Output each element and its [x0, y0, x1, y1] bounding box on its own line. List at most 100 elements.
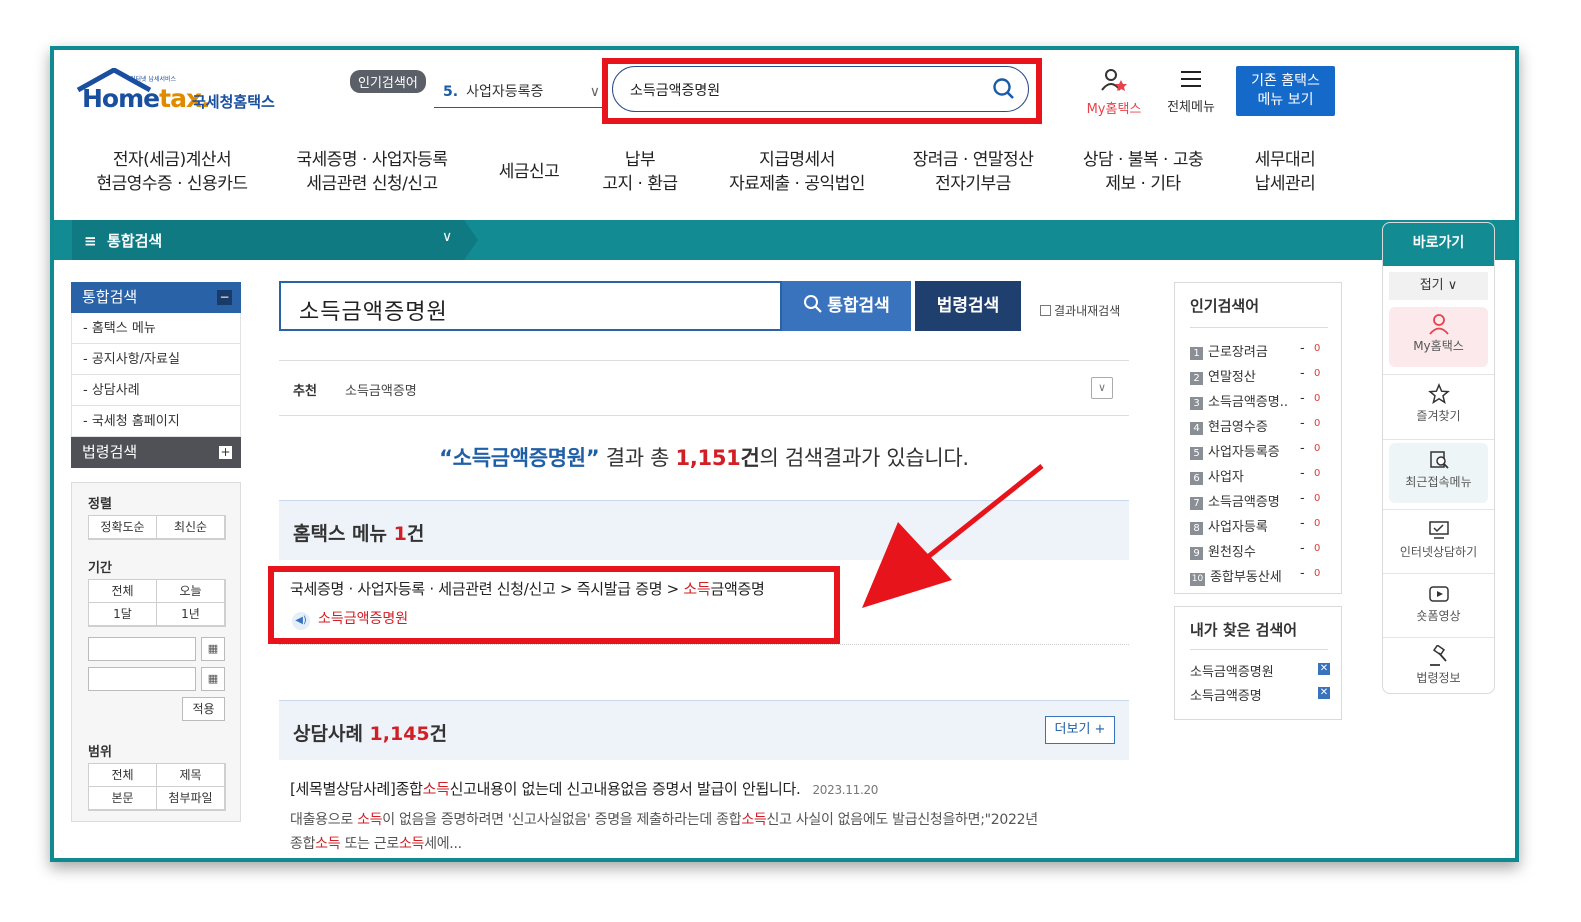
more-button[interactable]: 더보기 +	[1045, 716, 1115, 744]
quick-my-hometax[interactable]: My홈택스	[1389, 307, 1488, 367]
popular-item[interactable]: 9 원천징수 -0	[1190, 541, 1330, 561]
popular-term: 사업자등록	[1208, 520, 1268, 535]
left-menu-item[interactable]: - 상담사례	[71, 375, 241, 406]
end-date-input[interactable]	[88, 667, 196, 691]
search-icon[interactable]	[992, 77, 1016, 101]
left-menu-law[interactable]: 법령검색 +	[71, 437, 241, 468]
rank-change: 0	[1314, 543, 1321, 554]
search-within-results[interactable]: 결과내재검색	[1040, 302, 1120, 319]
divider	[1383, 573, 1494, 574]
left-menu-item[interactable]: - 홈택스 메뉴	[71, 313, 241, 344]
nav-tax-agent[interactable]: 세무대리 납세관리	[1240, 148, 1330, 196]
scope-attachment-button[interactable]: 첨부파일	[157, 787, 225, 810]
nav-tax-return[interactable]: 세금신고	[484, 160, 574, 184]
left-menu-item[interactable]: - 국세청 홈페이지	[71, 406, 241, 437]
dash: -	[1300, 566, 1305, 581]
snip-hl: 소득	[398, 836, 425, 852]
dash: -	[1300, 516, 1305, 531]
period-year-button[interactable]: 1년	[157, 603, 225, 626]
nav-e-invoice[interactable]: 전자(세금)계산서 현금영수증 · 신용카드	[90, 148, 254, 196]
nav-incentive[interactable]: 장려금 · 연말정산 전자기부금	[902, 148, 1044, 196]
popular-item[interactable]: 1 근로장려금 -0	[1190, 341, 1330, 361]
recommendation-row: 추천 소득금액증명 ∨	[279, 360, 1129, 416]
hometax-logo[interactable]: 인터넷 납세서비스 Hometax. 국세청홈택스	[74, 68, 289, 116]
popular-term: 소득금액증명	[1208, 495, 1280, 510]
period-today-button[interactable]: 오늘	[157, 580, 225, 603]
chevron-down-icon[interactable]: ∨	[442, 229, 452, 245]
popular-badge: 인기검색어	[350, 70, 426, 93]
dash: -	[1300, 441, 1305, 456]
quick-favorites[interactable]: 즐겨찾기	[1389, 377, 1488, 437]
quick-recent-menu[interactable]: 최근접속메뉴	[1389, 443, 1488, 503]
left-menu-item[interactable]: - 공지사항/자료실	[71, 344, 241, 375]
nav-line2: 고지 · 환급	[602, 174, 678, 194]
popular-item[interactable]: 2 연말정산 -0	[1190, 366, 1330, 386]
nav-statements[interactable]: 지급명세서 자료제출 · 공익법인	[718, 148, 876, 196]
section-title: 홈택스 메뉴 1건	[293, 519, 424, 546]
left-menu-integrated[interactable]: 통합검색 −	[71, 282, 241, 313]
nav-payment[interactable]: 납부 고지 · 환급	[592, 148, 688, 196]
nav-certificates[interactable]: 국세증명 · 사업자등록 세금관련 신청/신고	[286, 148, 458, 196]
calendar-icon[interactable]: ▦	[201, 667, 225, 691]
dash: -	[1300, 466, 1305, 481]
calendar-icon[interactable]: ▦	[201, 637, 225, 661]
menu-result-link[interactable]: ◀) 소득금액증명원	[292, 608, 408, 630]
quick-shorts-video[interactable]: 숏폼영상	[1389, 577, 1488, 637]
popular-item[interactable]: 10 종합부동산세 -0	[1190, 566, 1330, 586]
integrated-search-button[interactable]: 통합검색	[782, 281, 911, 331]
popular-item[interactable]: 5 사업자등록증 -0	[1190, 441, 1330, 461]
collapse-icon[interactable]: −	[217, 290, 232, 305]
popular-item[interactable]: 3 소득금액증명.. -0	[1190, 391, 1330, 411]
scope-all-button[interactable]: 전체	[89, 764, 157, 787]
chevron-down-icon[interactable]: ∨	[1091, 377, 1113, 399]
popular-keyword-select[interactable]: 5. 사업자등록증 ∨	[434, 76, 604, 108]
quick-label: My홈택스	[1413, 339, 1464, 353]
quick-law-info[interactable]: 법령정보	[1389, 639, 1488, 693]
my-search-item[interactable]: 소득금액증명원 ✕	[1190, 661, 1330, 680]
gavel-icon	[1429, 645, 1447, 666]
popular-item[interactable]: 8 사업자등록 -0	[1190, 516, 1330, 536]
checkbox[interactable]	[1040, 305, 1051, 316]
rank-badge: 10	[1190, 573, 1205, 586]
apply-button[interactable]: 적용	[182, 697, 225, 721]
my-search-item[interactable]: 소득금액증명 ✕	[1190, 685, 1330, 704]
close-icon[interactable]: ✕	[1318, 687, 1330, 699]
logo-brand-a: Hom	[82, 84, 144, 113]
nav-line2: 세금관련 신청/신고	[306, 174, 438, 194]
search-filter-panel: 정렬 정확도순 최신순 기간 전체 오늘 1달 1년 ▦ ▦ 적용 범위 전체 …	[71, 482, 241, 822]
rank-badge: 3	[1190, 397, 1203, 410]
my-hometax-button[interactable]: My홈택스	[1078, 68, 1150, 117]
my-searches-box: 내가 찾은 검색어 소득금액증명원 ✕ 소득금액증명 ✕	[1174, 606, 1342, 720]
period-all-button[interactable]: 전체	[89, 580, 157, 603]
law-search-button[interactable]: 법령검색	[915, 281, 1021, 331]
popular-rank: 5.	[443, 84, 459, 100]
divider	[279, 644, 1129, 645]
sort-latest-button[interactable]: 최신순	[157, 516, 225, 539]
case-title-link[interactable]: [세목별상담사례]종합소득신고내용이 없는데 신고내용없음 증명서 발급이 안됩…	[290, 778, 878, 799]
period-month-button[interactable]: 1달	[89, 603, 157, 626]
sort-accuracy-button[interactable]: 정확도순	[89, 516, 157, 539]
old-hometax-menu-button[interactable]: 기존 홈택스 메뉴 보기	[1236, 66, 1335, 116]
popular-item[interactable]: 7 소득금액증명 -0	[1190, 491, 1330, 511]
close-icon[interactable]: ✕	[1318, 663, 1330, 675]
scope-body-button[interactable]: 본문	[89, 787, 157, 810]
all-menu-button[interactable]: 전체메뉴	[1158, 68, 1224, 115]
scope-title-button[interactable]: 제목	[157, 764, 225, 787]
menu-result-path[interactable]: 국세증명 · 사업자등록 · 세금관련 신청/신고 > 즉시발급 증명 > 소득…	[290, 578, 765, 599]
divider	[1383, 374, 1494, 375]
rank-badge: 6	[1190, 472, 1203, 485]
recommend-keyword[interactable]: 소득금액증명	[345, 380, 417, 399]
nav-consult[interactable]: 상담 · 불복 · 고충 제보 · 기타	[1072, 148, 1214, 196]
popular-item[interactable]: 6 사업자 -0	[1190, 466, 1330, 486]
fold-button[interactable]: 접기 ∨	[1389, 272, 1488, 300]
main-search-input[interactable]: 소득금액증명원	[279, 281, 782, 331]
quick-online-consult[interactable]: 인터넷상담하기	[1389, 513, 1488, 573]
top-search-input[interactable]: 소득금액증명원	[612, 66, 1029, 112]
start-date-input[interactable]	[88, 637, 196, 661]
expand-icon[interactable]: +	[219, 446, 232, 459]
breadcrumb-bar: ≡ 통합검색 ∨	[54, 220, 1515, 260]
divider	[1383, 509, 1494, 510]
section-unit: 건	[429, 723, 448, 745]
popular-item[interactable]: 4 현금영수증 -0	[1190, 416, 1330, 436]
nav-line2: 제보 · 기타	[1105, 174, 1181, 194]
